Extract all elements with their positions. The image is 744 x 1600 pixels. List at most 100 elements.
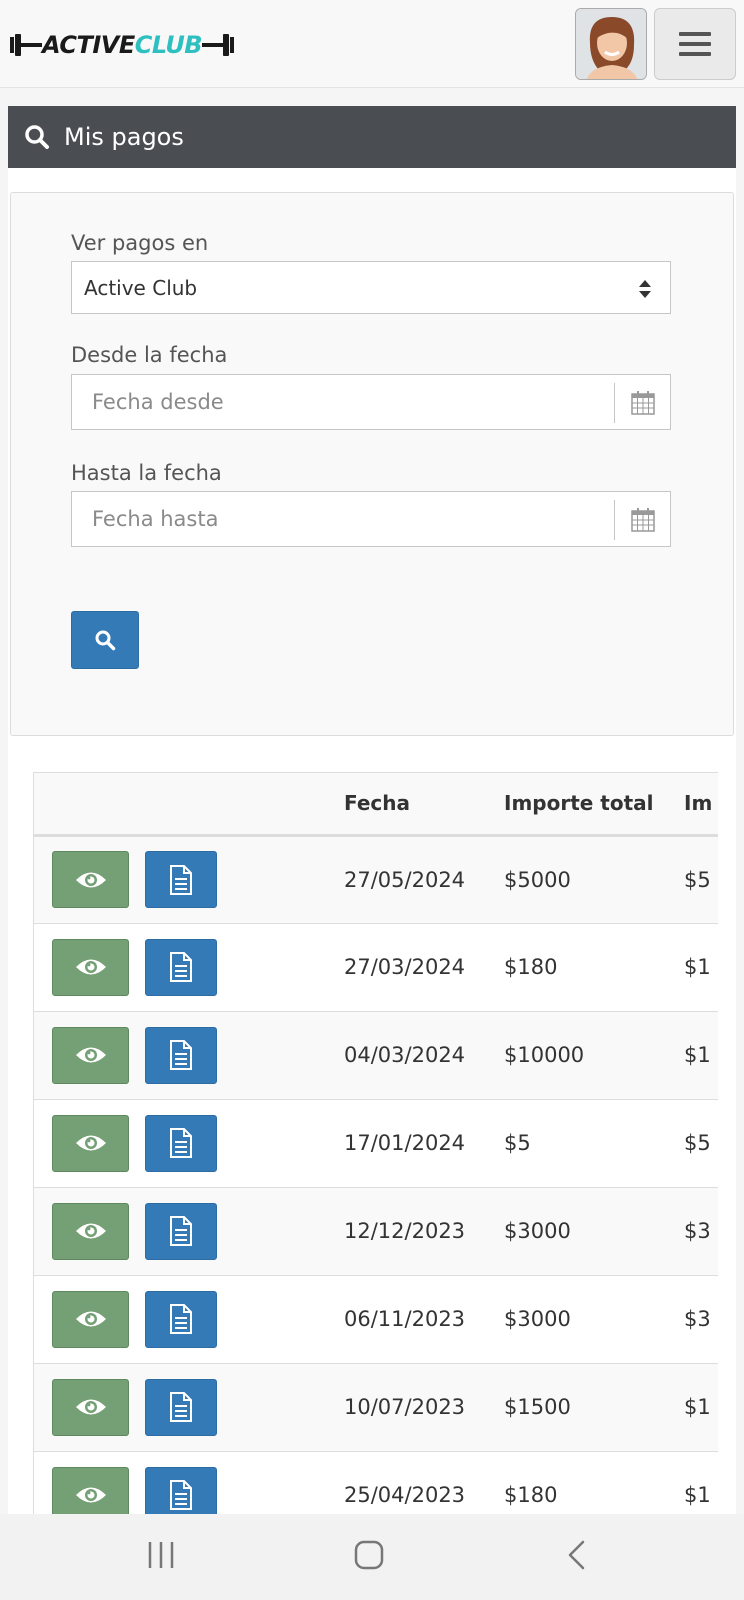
eye-icon xyxy=(75,1135,106,1151)
view-payment-button[interactable] xyxy=(52,1026,129,1084)
document-icon xyxy=(170,1392,192,1422)
row-truncated-value: $5 xyxy=(684,1099,718,1188)
table-row: 17/01/2024 $5 $5 xyxy=(34,1099,718,1188)
payments-panel: Mis pagos Ver pagos en Active Club Desde… xyxy=(8,106,736,1532)
row-importe-total: $3000 xyxy=(504,1275,684,1364)
logo-text: ACTIVECLUB xyxy=(42,31,203,59)
hamburger-icon xyxy=(679,32,711,56)
from-date-calendar-button[interactable] xyxy=(614,383,670,423)
search-icon xyxy=(95,630,116,651)
row-actions xyxy=(34,835,344,924)
payment-receipt-button[interactable] xyxy=(145,938,217,996)
table-header-row: Fecha Importe total Im xyxy=(34,773,718,837)
recent-apps-icon[interactable] xyxy=(147,1540,175,1570)
view-payment-button[interactable] xyxy=(52,1290,129,1348)
payment-receipt-button[interactable] xyxy=(145,1378,217,1436)
row-importe-total: $3000 xyxy=(504,1187,684,1276)
row-fecha: 04/03/2024 xyxy=(344,1011,504,1100)
row-importe-total: $180 xyxy=(504,923,684,1012)
to-date-placeholder: Fecha hasta xyxy=(92,507,219,531)
calendar-icon xyxy=(630,391,655,415)
table-row: 12/12/2023 $3000 $3 xyxy=(34,1187,718,1276)
row-truncated-value: $5 xyxy=(684,835,718,924)
row-actions xyxy=(34,1099,344,1188)
row-actions xyxy=(34,1011,344,1100)
document-icon xyxy=(170,864,192,895)
back-icon[interactable] xyxy=(565,1540,589,1570)
row-fecha: 12/12/2023 xyxy=(344,1187,504,1276)
table-row: 06/11/2023 $3000 $3 xyxy=(34,1275,718,1364)
table-row: 04/03/2024 $10000 $1 xyxy=(34,1011,718,1100)
to-date-label: Hasta la fecha xyxy=(71,461,222,485)
row-fecha: 27/03/2024 xyxy=(344,923,504,1012)
document-icon xyxy=(170,1480,192,1510)
row-actions xyxy=(34,1187,344,1276)
club-select-label: Ver pagos en xyxy=(71,231,209,255)
document-icon xyxy=(170,1128,192,1158)
view-payment-button[interactable] xyxy=(52,1202,129,1260)
hamburger-menu-button[interactable] xyxy=(654,8,736,80)
payment-receipt-button[interactable] xyxy=(145,1026,217,1084)
col-header-fecha: Fecha xyxy=(344,773,504,837)
to-date-calendar-button[interactable] xyxy=(614,500,670,540)
row-importe-total: $10000 xyxy=(504,1011,684,1100)
from-date-placeholder: Fecha desde xyxy=(92,390,224,414)
search-icon xyxy=(25,125,49,149)
row-fecha: 06/11/2023 xyxy=(344,1275,504,1364)
filter-form: Ver pagos en Active Club Desde la fecha … xyxy=(10,192,734,736)
payment-receipt-button[interactable] xyxy=(145,851,217,908)
calendar-icon xyxy=(630,508,655,532)
club-select-value: Active Club xyxy=(84,276,198,300)
row-actions xyxy=(34,1275,344,1364)
eye-icon xyxy=(75,872,106,887)
view-payment-button[interactable] xyxy=(52,1114,129,1172)
row-importe-total: $5 xyxy=(504,1099,684,1188)
col-header-truncated: Im xyxy=(684,773,718,837)
user-avatar[interactable] xyxy=(575,8,647,80)
search-button[interactable] xyxy=(71,611,139,669)
sort-arrows-icon xyxy=(639,280,651,298)
payment-receipt-button[interactable] xyxy=(145,1290,217,1348)
home-icon[interactable] xyxy=(354,1540,384,1570)
row-fecha: 17/01/2024 xyxy=(344,1099,504,1188)
view-payment-button[interactable] xyxy=(52,1378,129,1436)
top-navbar: ACTIVECLUB xyxy=(0,0,744,88)
col-header-actions xyxy=(34,773,344,837)
from-date-label: Desde la fecha xyxy=(71,343,228,367)
to-date-input[interactable]: Fecha hasta xyxy=(71,491,671,547)
eye-icon xyxy=(75,1487,106,1503)
payments-table-container[interactable]: Fecha Importe total Im 27/05/2024 $5000 $5… xyxy=(33,772,718,1532)
document-icon xyxy=(170,952,192,982)
user-photo xyxy=(576,9,646,79)
payments-table: Fecha Importe total Im 27/05/2024 $5000 $5… xyxy=(34,773,718,1532)
view-payment-button[interactable] xyxy=(52,851,129,908)
row-truncated-value: $1 xyxy=(684,1011,718,1100)
from-date-input[interactable]: Fecha desde xyxy=(71,374,671,430)
view-payment-button[interactable] xyxy=(52,938,129,996)
table-row: 10/07/2023 $1500 $1 xyxy=(34,1363,718,1452)
document-icon xyxy=(170,1216,192,1246)
row-importe-total: $5000 xyxy=(504,835,684,924)
payment-receipt-button[interactable] xyxy=(145,1202,217,1260)
row-truncated-value: $1 xyxy=(684,923,718,1012)
club-select[interactable]: Active Club xyxy=(71,261,671,314)
row-truncated-value: $1 xyxy=(684,1363,718,1452)
barbell-right-icon xyxy=(202,34,235,56)
row-importe-total: $1500 xyxy=(504,1363,684,1452)
panel-header: Mis pagos xyxy=(8,106,736,168)
eye-icon xyxy=(75,1223,106,1239)
document-icon xyxy=(170,1040,192,1070)
row-actions xyxy=(34,923,344,1012)
active-club-logo[interactable]: ACTIVECLUB xyxy=(10,28,235,62)
payment-receipt-button[interactable] xyxy=(145,1114,217,1172)
eye-icon xyxy=(75,959,106,975)
document-icon xyxy=(170,1304,192,1334)
barbell-left-icon xyxy=(10,34,42,56)
eye-icon xyxy=(75,1047,106,1063)
page-title: Mis pagos xyxy=(64,123,184,151)
eye-icon xyxy=(75,1311,106,1327)
system-navigation-bar xyxy=(0,1514,744,1600)
row-truncated-value: $3 xyxy=(684,1275,718,1364)
row-truncated-value: $3 xyxy=(684,1187,718,1276)
eye-icon xyxy=(75,1399,106,1415)
